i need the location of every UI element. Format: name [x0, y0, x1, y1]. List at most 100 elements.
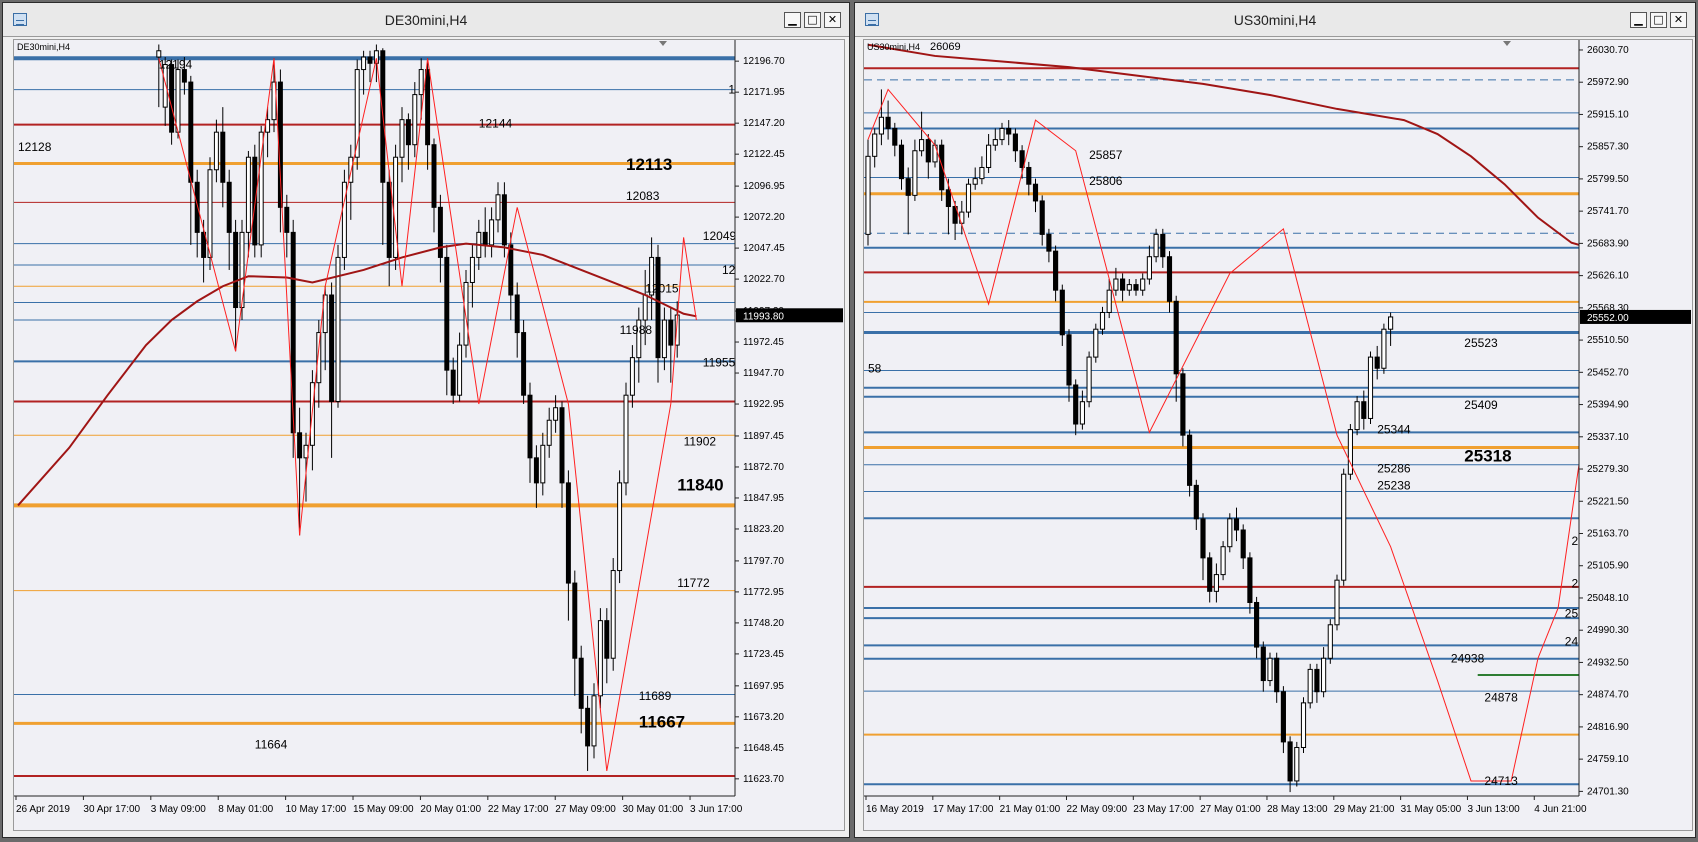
chart-window-de30[interactable]: DE30mini,H4 ▁ □ ✕ 1219412194121441212812…	[2, 2, 850, 838]
candle-body	[1254, 601, 1260, 648]
time-tick-label: 8 May 01:00	[218, 804, 273, 815]
candle-body	[469, 256, 475, 283]
candle-body	[1207, 557, 1213, 592]
candle-body	[444, 256, 450, 371]
time-tick-label: 30 Apr 17:00	[83, 804, 140, 815]
time-tick-label: 28 May 13:00	[1267, 804, 1328, 815]
time-axis: 26 Apr 2019 30 Apr 17:00 3 May 09:00 8 May …	[14, 795, 844, 830]
candle-body	[386, 181, 392, 258]
candle-body	[932, 144, 938, 163]
chart-canvas[interactable]: 2599725889258572580625772257012567525631…	[863, 39, 1693, 831]
candle-body	[1146, 256, 1152, 280]
candle-body	[617, 482, 623, 572]
level-label: 25523	[1464, 336, 1498, 350]
candle-body	[457, 344, 463, 396]
candle-body	[226, 181, 232, 233]
candle-body	[1032, 183, 1039, 202]
candle-body	[1341, 473, 1347, 581]
moving-average-line	[867, 43, 1639, 258]
time-tick-label: 3 Jun 13:00	[1467, 804, 1520, 815]
time-tick-label: 22 May 17:00	[488, 804, 549, 815]
price-tick-label: 25972.90	[1587, 77, 1629, 88]
time-tick-label: 27 May 09:00	[555, 804, 616, 815]
candle-body	[1173, 300, 1179, 375]
level-label: 25318	[1464, 446, 1511, 465]
price-tick-label: 11648.45	[743, 743, 784, 754]
candle-body	[1086, 356, 1092, 403]
level-label: 25344	[1377, 423, 1411, 437]
candle-body	[1059, 289, 1065, 336]
shift-marker-icon	[1503, 41, 1511, 46]
candle-body	[972, 178, 978, 185]
candle-body	[1039, 200, 1045, 235]
price-tick-label: 25452.70	[1587, 367, 1629, 378]
candle-body	[1240, 529, 1246, 559]
candle-body	[912, 150, 918, 196]
candle-body	[405, 119, 411, 146]
chart-canvas[interactable]: 1219412194121441212812113120831204912032…	[13, 39, 845, 831]
candle-body	[629, 357, 635, 396]
price-tick-label: 11623.70	[743, 774, 784, 785]
time-tick-label: 15 May 09:00	[353, 804, 414, 815]
candle-body	[925, 139, 931, 163]
candle-body	[1113, 278, 1119, 291]
candle-body	[297, 432, 303, 459]
candle-body	[1187, 434, 1193, 486]
close-icon[interactable]: ✕	[824, 12, 841, 28]
minimize-icon[interactable]: ▁	[1630, 12, 1647, 28]
candle-body	[919, 139, 925, 152]
chart-window-us30[interactable]: US30mini,H4 ▁ □ ✕ 2599725889258572580625…	[854, 2, 1696, 838]
price-tick-label: 11872.70	[743, 462, 784, 473]
level-label: 12049	[703, 229, 737, 243]
candle-body	[501, 194, 507, 246]
time-tick-label: 16 May 2019	[866, 804, 924, 815]
candle-body	[1160, 233, 1166, 258]
candle-body	[1026, 166, 1032, 185]
candle-body	[642, 294, 648, 321]
level-label: 24878	[1484, 690, 1518, 704]
candle-body	[1247, 557, 1253, 603]
candle-body	[450, 369, 456, 396]
price-axis: 26030.70 25972.90 25915.10 25857.30 25799.50…	[1578, 40, 1692, 830]
level-label: 11840	[677, 476, 723, 495]
candle-body	[1307, 668, 1313, 704]
price-chart[interactable]: 1219412194121441212812113120831204912032…	[14, 40, 844, 830]
price-tick-label: 24816.90	[1587, 722, 1629, 733]
level-label: 12015	[645, 282, 679, 296]
candle-body	[1213, 574, 1219, 592]
candle-body	[565, 482, 571, 584]
candle-body	[245, 156, 251, 233]
time-tick-label: 4 Jun 21:00	[1534, 804, 1587, 815]
price-chart[interactable]: 2599725889258572580625772257012567525631…	[864, 40, 1692, 830]
candle-body	[597, 620, 603, 697]
title-bar[interactable]: US30mini,H4 ▁ □ ✕	[855, 3, 1695, 37]
candle-body	[194, 181, 200, 233]
candle-body	[1227, 518, 1233, 548]
maximize-icon[interactable]: □	[1650, 12, 1667, 28]
maximize-icon[interactable]: □	[804, 12, 821, 28]
candle-body	[885, 116, 891, 129]
level-label: 25857	[1089, 148, 1123, 162]
minimize-icon[interactable]: ▁	[784, 12, 801, 28]
chart-plot-area: 2599725889258572580625772257012567525631…	[864, 41, 1665, 793]
level-label: 24713	[1484, 774, 1518, 788]
candle-body	[335, 256, 341, 402]
moving-average-line	[17, 242, 697, 507]
candle-body	[431, 144, 437, 208]
candle-body	[233, 231, 239, 309]
title-bar[interactable]: DE30mini,H4 ▁ □ ✕	[3, 3, 849, 37]
candle-body	[482, 231, 488, 246]
price-tick-label: 25279.30	[1587, 464, 1629, 475]
candle-body	[878, 116, 884, 135]
price-tick-label: 25163.70	[1587, 528, 1629, 539]
level-label: 11664	[255, 738, 288, 752]
candle-body	[361, 56, 367, 71]
candle-body	[514, 294, 520, 334]
candle-body	[1066, 334, 1072, 386]
price-tick-label: 12022.70	[743, 274, 785, 285]
close-icon[interactable]: ✕	[1670, 12, 1687, 28]
candle-body	[1046, 233, 1052, 252]
price-tick-label: 12122.45	[743, 149, 785, 160]
candle-body	[905, 178, 911, 196]
candle-body	[290, 231, 296, 434]
